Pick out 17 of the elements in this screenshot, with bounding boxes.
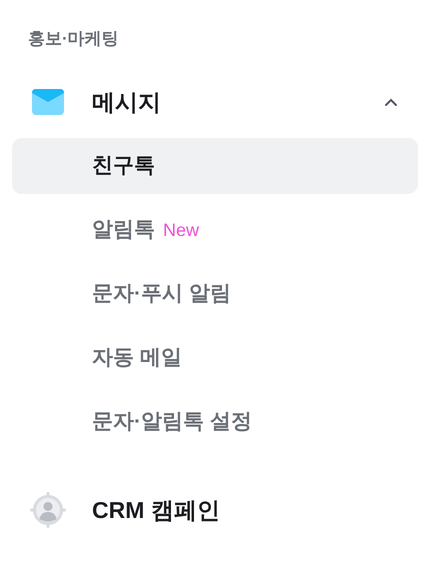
submenu-item[interactable]: 문자·푸시 알림	[12, 266, 418, 322]
section-label: 홍보·마케팅	[27, 28, 120, 50]
menu-group[interactable]: CRM 캠페인	[92, 492, 398, 528]
submenu-item[interactable]: 알림톡 New	[12, 202, 418, 258]
menu-group[interactable]: 메시지	[92, 84, 384, 120]
new-label: New	[163, 218, 200, 242]
submenu-label: 친구톡	[92, 153, 155, 180]
envelope-icon	[32, 89, 64, 115]
submenu-label: 문자·푸시 알림	[92, 281, 231, 308]
submenu-label: 알림톡	[92, 217, 155, 244]
person-target-icon	[30, 492, 66, 528]
submenu-item[interactable]: 자동 메일	[12, 330, 418, 386]
chevron-icon[interactable]	[384, 97, 398, 107]
submenu-item[interactable]: 친구톡	[12, 138, 418, 194]
submenu-label: 자동 메일	[92, 345, 182, 372]
submenu-label: 문자·알림톡 설정	[92, 409, 252, 436]
submenu-item[interactable]: 문자·알림톡 설정	[12, 394, 418, 450]
